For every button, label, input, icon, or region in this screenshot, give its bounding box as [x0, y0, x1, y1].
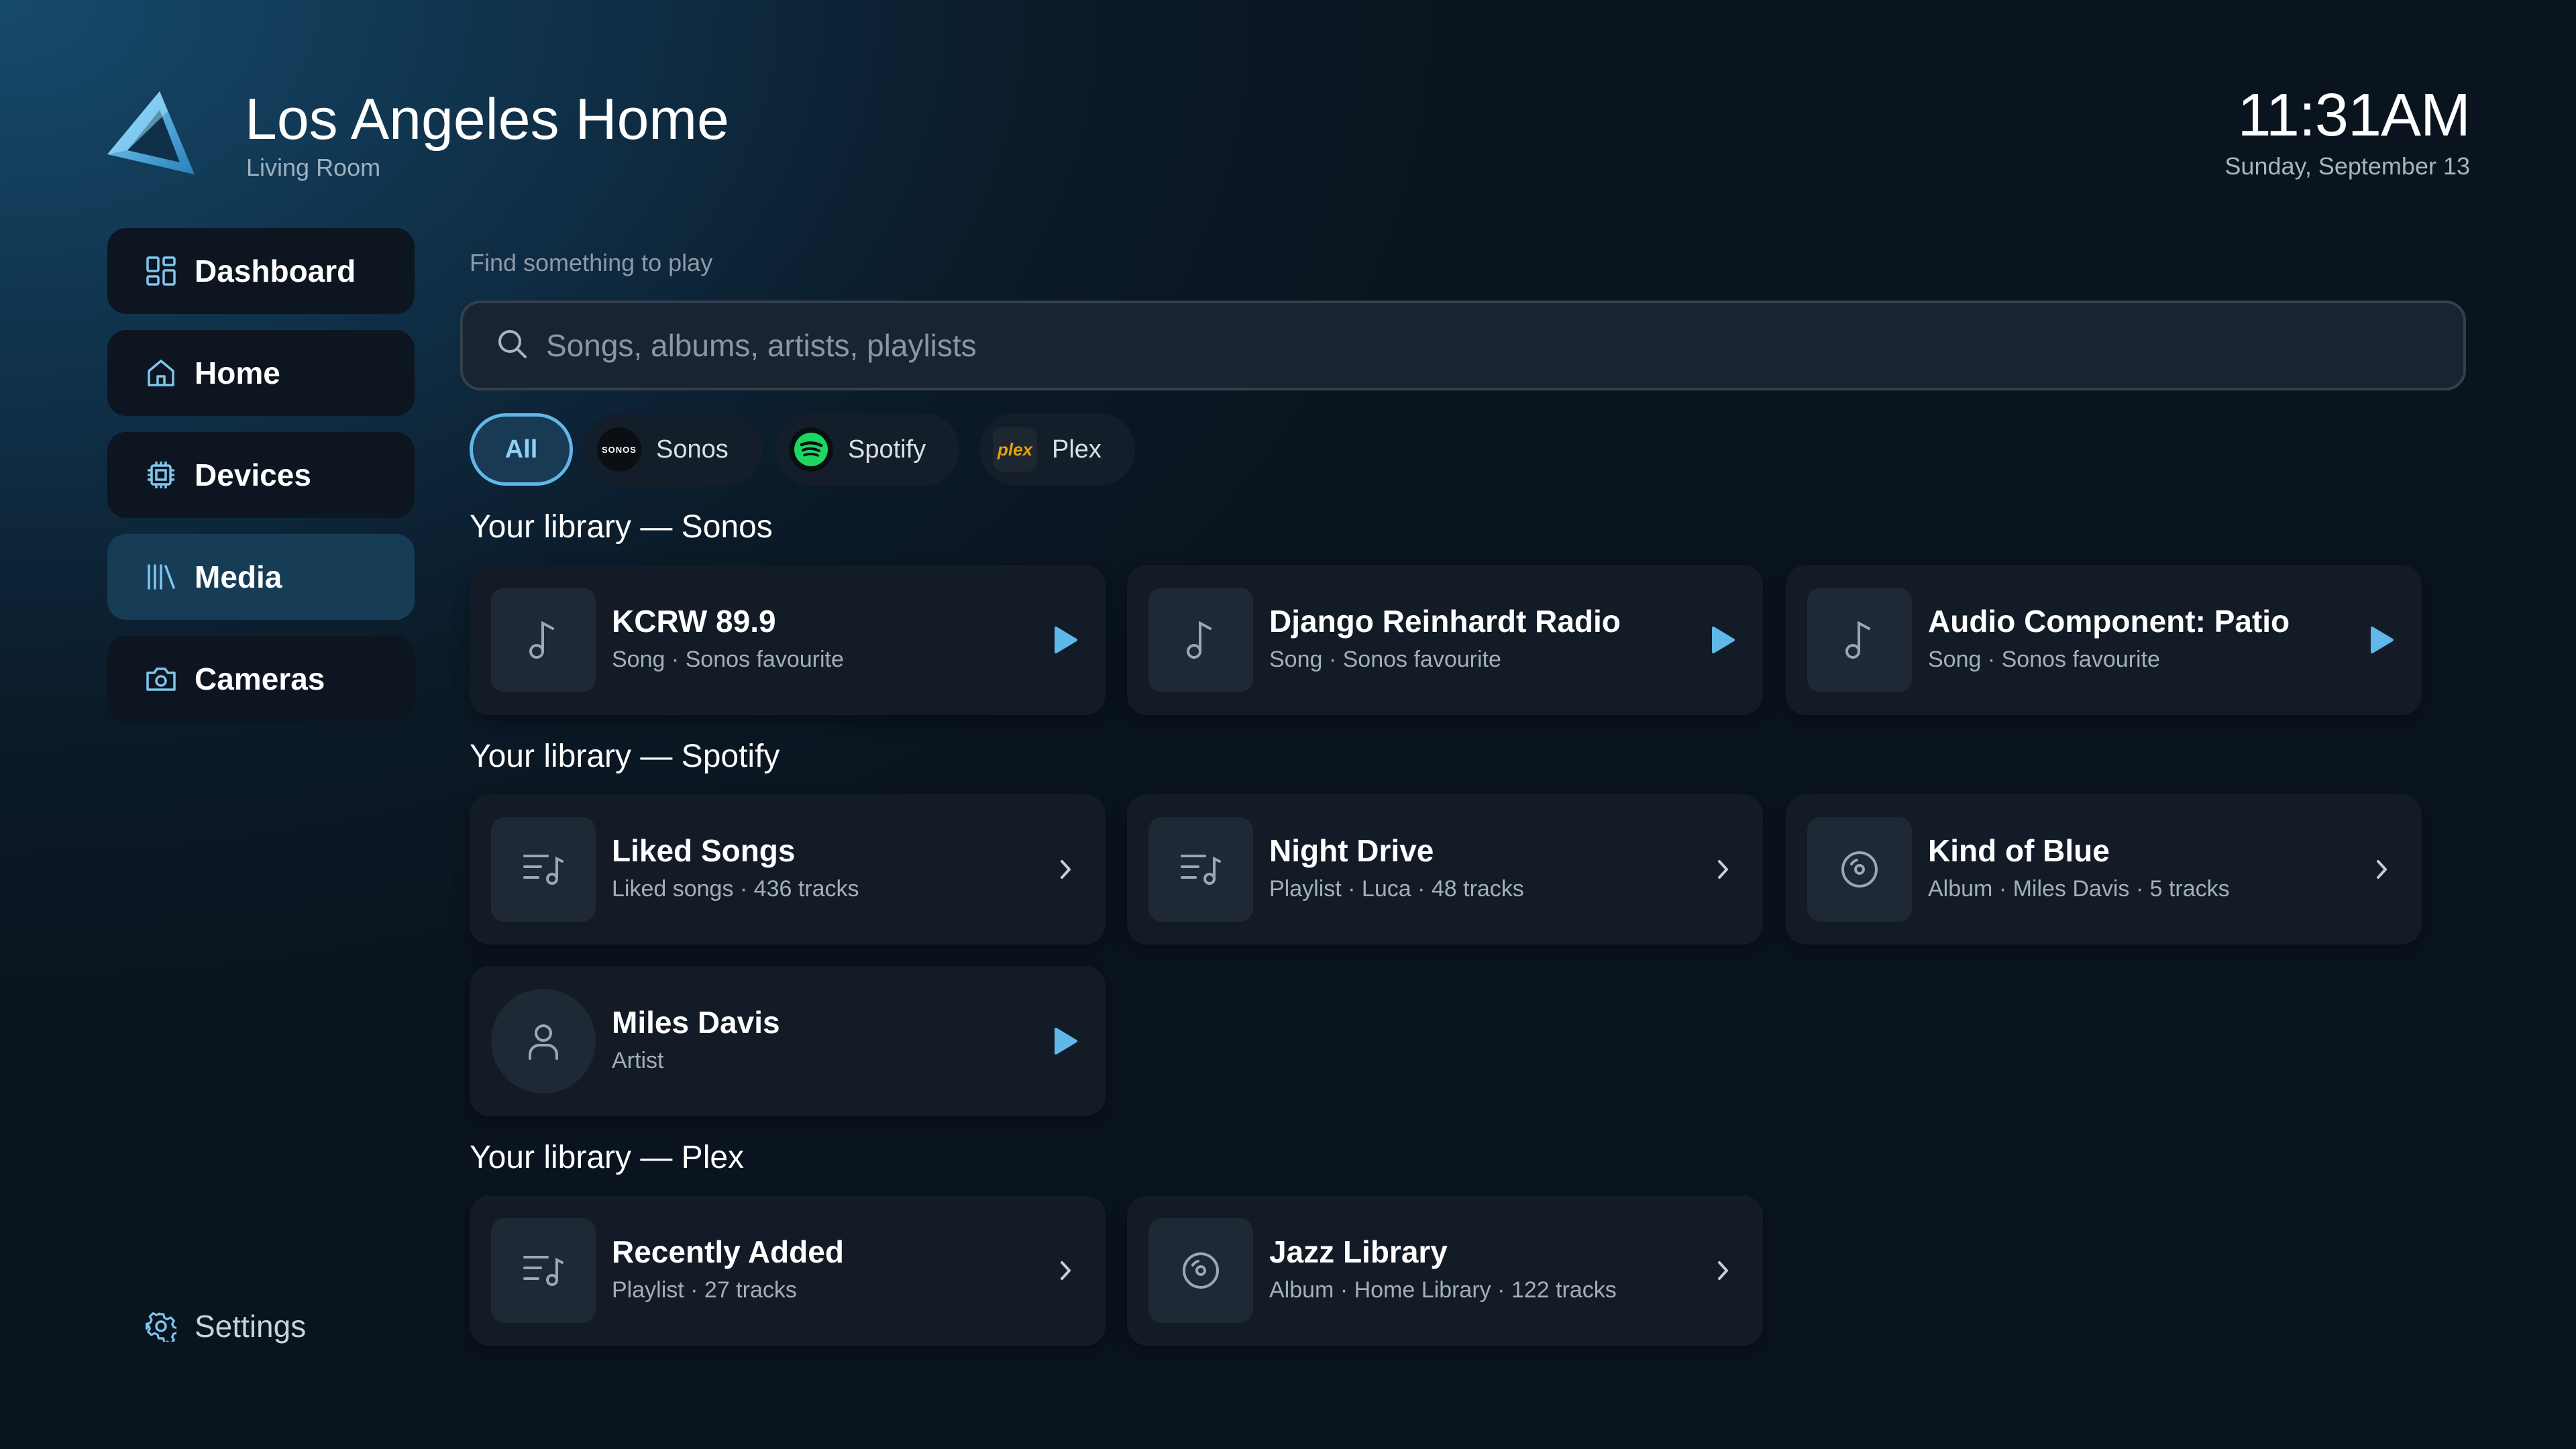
playlist-icon: [491, 1218, 596, 1323]
music-note-icon: [1148, 588, 1253, 692]
chevron-right-icon[interactable]: [1045, 1250, 1085, 1291]
sidebar-item-label: Dashboard: [195, 254, 356, 288]
sidebar-item-label: Cameras: [195, 661, 325, 696]
media-card[interactable]: Liked Songs Liked songs · 436 tracks: [470, 794, 1106, 945]
chevron-right-icon[interactable]: [1045, 849, 1085, 890]
search-label: Find something to play: [470, 249, 713, 276]
grid-icon: [145, 255, 177, 287]
card-title: Night Drive: [1269, 833, 1434, 868]
room-subtitle: Living Room: [246, 154, 381, 181]
clock: 11:31AM: [2237, 82, 2471, 149]
disc-icon: [1807, 817, 1912, 922]
media-card[interactable]: Django Reinhardt Radio Song · Sonos favo…: [1127, 565, 1763, 715]
library-icon: [145, 561, 177, 593]
sidebar-item-home[interactable]: Home: [107, 330, 415, 416]
play-icon[interactable]: [1703, 620, 1743, 660]
sidebar-item-label: Media: [195, 559, 282, 594]
section-title-plex: Your library — Plex: [470, 1140, 745, 1175]
filter-chip-all[interactable]: All: [470, 413, 573, 486]
filter-chip-label: Sonos: [656, 435, 729, 464]
music-note-icon: [491, 588, 596, 692]
filter-chip-spotify[interactable]: Spotify: [775, 413, 960, 486]
person-icon: [491, 989, 596, 1093]
sonos-logo-icon: SONOS: [597, 427, 641, 472]
plex-logo-icon: plex: [993, 427, 1037, 472]
card-subtitle: Playlist · Luca · 48 tracks: [1269, 876, 1524, 902]
card-subtitle: Playlist · 27 tracks: [612, 1277, 797, 1303]
chevron-right-icon[interactable]: [1703, 849, 1743, 890]
card-title: Kind of Blue: [1928, 833, 2110, 868]
card-title: Audio Component: Patio: [1928, 604, 2290, 639]
camera-icon: [145, 663, 177, 695]
sidebar-item-label: Home: [195, 356, 280, 390]
home-title: Los Angeles Home: [245, 87, 729, 152]
card-subtitle: Liked songs · 436 tracks: [612, 876, 859, 902]
media-card[interactable]: Jazz Library Album · Home Library · 122 …: [1127, 1195, 1763, 1346]
card-title: Recently Added: [612, 1234, 844, 1269]
filter-chip-sonos[interactable]: SONOS Sonos: [584, 413, 762, 486]
settings-button[interactable]: Settings: [145, 1308, 306, 1344]
media-card[interactable]: Recently Added Playlist · 27 tracks: [470, 1195, 1106, 1346]
play-icon[interactable]: [2361, 620, 2402, 660]
sidebar-item-devices[interactable]: Devices: [107, 432, 415, 518]
filter-chip-plex[interactable]: plex Plex: [979, 413, 1135, 486]
section-title-sonos: Your library — Sonos: [470, 509, 773, 545]
search-input[interactable]: [545, 327, 2359, 364]
settings-label: Settings: [195, 1309, 307, 1344]
media-card[interactable]: Kind of Blue Album · Miles Davis · 5 tra…: [1786, 794, 2422, 945]
media-card[interactable]: Miles Davis Artist: [470, 966, 1106, 1116]
playlist-icon: [491, 817, 596, 922]
play-icon[interactable]: [1045, 620, 1085, 660]
play-icon[interactable]: [1045, 1021, 1085, 1061]
house-icon: [145, 357, 177, 389]
disc-icon: [1148, 1218, 1253, 1323]
gear-icon: [145, 1310, 177, 1342]
sidebar-item-media[interactable]: Media: [107, 534, 415, 620]
card-title: Liked Songs: [612, 833, 796, 868]
card-title: KCRW 89.9: [612, 604, 776, 639]
section-title-spotify: Your library — Spotify: [470, 739, 780, 774]
search-icon: [496, 328, 529, 364]
media-card[interactable]: Audio Component: Patio Song · Sonos favo…: [1786, 565, 2422, 715]
media-card[interactable]: KCRW 89.9 Song · Sonos favourite: [470, 565, 1106, 715]
card-title: Django Reinhardt Radio: [1269, 604, 1621, 639]
media-card[interactable]: Night Drive Playlist · Luca · 48 tracks: [1127, 794, 1763, 945]
chevron-right-icon[interactable]: [2361, 849, 2402, 890]
chevron-right-icon[interactable]: [1703, 1250, 1743, 1291]
card-subtitle: Song · Sonos favourite: [1269, 647, 1501, 672]
card-subtitle: Song · Sonos favourite: [1928, 647, 2160, 672]
card-subtitle: Artist: [612, 1048, 664, 1073]
chip-icon: [145, 459, 177, 491]
filter-chip-label: Plex: [1052, 435, 1102, 464]
card-subtitle: Album · Miles Davis · 5 tracks: [1928, 876, 2230, 902]
card-subtitle: Album · Home Library · 122 tracks: [1269, 1277, 1617, 1303]
date: Sunday, September 13: [2224, 152, 2470, 180]
filter-chip-label: All: [504, 435, 538, 464]
playlist-icon: [1148, 817, 1253, 922]
music-note-icon: [1807, 588, 1912, 692]
spotify-logo-icon: [789, 427, 833, 472]
app-logo-icon: [107, 90, 195, 176]
card-title: Jazz Library: [1269, 1234, 1448, 1269]
sidebar-item-dashboard[interactable]: Dashboard: [107, 228, 415, 314]
sidebar-item-label: Devices: [195, 458, 311, 492]
search-bar[interactable]: [460, 301, 2466, 390]
filter-chip-label: Spotify: [848, 435, 926, 464]
sidebar-item-cameras[interactable]: Cameras: [107, 636, 415, 722]
card-subtitle: Song · Sonos favourite: [612, 647, 844, 672]
card-title: Miles Davis: [612, 1005, 780, 1040]
